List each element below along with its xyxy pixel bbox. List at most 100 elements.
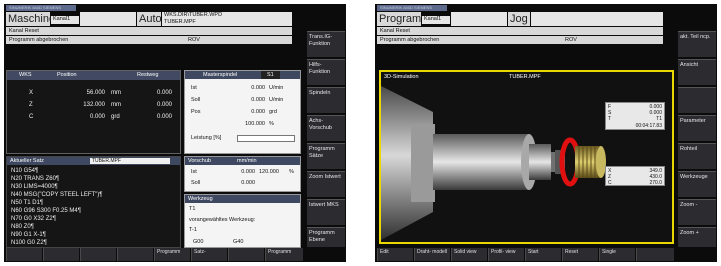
channel-label: Kanal1 <box>422 16 450 24</box>
mode-label: Programm <box>377 12 431 26</box>
softkey-bottom-2[interactable] <box>43 248 79 261</box>
feed-override: 120.000 <box>259 169 279 175</box>
feed-value-soll: 0.000 <box>241 180 255 186</box>
spindle-override-value: 100.000 <box>245 121 265 127</box>
feed-time-readout: F 0.000 S 0.000 T T1 00:04:17.83 <box>605 102 665 130</box>
softkey-blank-part[interactable]: Rohteil <box>678 143 716 169</box>
wcs-header-rest: Restweg <box>137 72 159 78</box>
program-line: N100 G0 Z2¶ <box>11 240 47 246</box>
mode-label: Maschine <box>6 12 56 26</box>
tool-panel: Werkzeug T1 vorangewähltes Werkzeug: T-1… <box>184 194 301 248</box>
softkey-wireframe[interactable]: Draht- modell <box>414 248 450 261</box>
axis-rest: 0.000 <box>156 90 172 96</box>
axis-position: 0.000 <box>89 114 105 120</box>
program-status-text: Programm abgebrochen <box>380 37 440 43</box>
simulation-viewport[interactable]: 3D-Simulation TUBER.MPF F 0.000 S 0.000 … <box>379 70 674 244</box>
rov-indicator: ROV <box>188 37 200 43</box>
softkey-aux-function[interactable]: Hilfs- Funktion <box>307 59 345 85</box>
spindle-title: Masterspindel <box>203 72 238 78</box>
spindle-unit-soll: U/min <box>269 97 284 103</box>
op-mode-label: Jog <box>508 12 530 26</box>
readout-value: 270.0 <box>649 180 662 186</box>
softkey-actual-mcs[interactable]: Istwert MKS <box>307 199 345 225</box>
chuck-shape <box>381 86 435 240</box>
workpiece-shape <box>433 134 565 190</box>
softkey-spindles[interactable]: Spindeln <box>307 87 345 113</box>
softkey-solid-view[interactable]: Solid view <box>451 248 487 261</box>
softkey-profile-view[interactable]: Profil- view <box>488 248 524 261</box>
spindle-label-ist: Ist <box>191 85 197 91</box>
softkey-parameter[interactable]: Parameter <box>678 115 716 141</box>
softkey-bottom-3[interactable] <box>80 248 116 261</box>
wcs-header-position: Position <box>57 72 77 78</box>
softkey-bottom-8[interactable] <box>636 248 674 261</box>
softkey-program-level[interactable]: Programm Ebene <box>307 227 345 247</box>
softkey-bottom-program[interactable]: Programm <box>154 248 190 261</box>
softkey-empty[interactable] <box>678 87 716 113</box>
program-info-empty <box>531 12 663 26</box>
softkey-reset[interactable]: Reset <box>562 248 598 261</box>
power-bar <box>237 135 295 142</box>
readout-label: C <box>608 180 612 186</box>
wcs-header: WKS Position Restweg <box>7 71 180 80</box>
softkey-tools[interactable]: Werkzeuge <box>678 171 716 197</box>
spindle-value-ist: 0.000 <box>251 85 265 91</box>
softkey-view[interactable]: Ansicht <box>678 59 716 85</box>
axis-unit: grd <box>111 114 120 120</box>
spindle-label-pos: Pos <box>191 109 201 115</box>
program-name: TUBER.MPF <box>162 19 292 26</box>
program-status: Programm abgebrochen ROV <box>377 36 663 44</box>
g-code-radius: G40 <box>233 239 244 245</box>
softkey-bottom-block[interactable]: Satz- <box>191 248 227 261</box>
tool-title: Werkzeug <box>188 196 213 202</box>
softkey-current-part[interactable]: akt. Teil ncp. <box>678 31 716 57</box>
axis-unit: mm <box>111 90 121 96</box>
axis-rest: 0.000 <box>156 102 172 108</box>
softkey-start[interactable]: Start <box>525 248 561 261</box>
program-line: N30 LIMS=4000¶ <box>11 184 58 190</box>
softkey-bottom-7[interactable] <box>228 248 264 261</box>
readout-value: T1 <box>656 116 662 122</box>
spindle-label-soll: Soll <box>191 97 201 103</box>
block-header: Aktueller Satz TUBER.MPF <box>7 157 180 165</box>
axis-position: 132.000 <box>83 102 105 108</box>
current-block-panel: Aktueller Satz TUBER.MPF N10 G54¶ N20 TR… <box>6 156 181 248</box>
softkey-axis-feed[interactable]: Achs- Vorschub <box>307 115 345 141</box>
softkey-zoom-actual[interactable]: Zoom Istwert <box>307 171 345 197</box>
simulation-screen: SINUMERIK 840D SIEMENS Programm Kanal1 J… <box>375 4 717 262</box>
softkey-transfer-function[interactable]: Trans.IG- Funktion <box>307 31 345 57</box>
channel-label: Kanal1 <box>51 16 79 24</box>
softkey-edit[interactable]: Edit <box>377 248 413 261</box>
spindle-unit-pos: grd <box>269 109 277 115</box>
power-label: Leistung [%] <box>191 135 222 141</box>
softkey-bottom-1[interactable] <box>6 248 42 261</box>
axis-name: C <box>29 114 34 120</box>
spindle-override-unit: % <box>269 121 274 127</box>
softkey-bottom-program-2[interactable]: Programm <box>265 248 303 261</box>
program-line: N10 G54¶ <box>11 168 39 174</box>
feed-override-unit: % <box>289 169 294 175</box>
softkey-bottom-4[interactable] <box>117 248 153 261</box>
axis-name: X <box>29 90 34 96</box>
softkey-zoom-plus[interactable]: Zoom + <box>678 227 716 247</box>
axis-readout: X 349.0 Z 430.0 C 270.0 <box>605 166 665 186</box>
machine-screen: SINUMERIK 840D SIEMENS Maschine Kanal1 A… <box>4 4 346 262</box>
softkey-zoom-minus[interactable]: Zoom - <box>678 199 716 225</box>
axis-name: Z <box>29 102 33 108</box>
program-status-text: Programm abgebrochen <box>9 37 69 43</box>
softkey-single[interactable]: Single <box>599 248 635 261</box>
feed-title: Vorschub <box>188 158 211 164</box>
block-title: Aktueller Satz <box>10 158 44 164</box>
spindle-value-pos: 0.000 <box>251 109 265 115</box>
program-line: N90 G1 X-1¶ <box>11 232 46 238</box>
softkey-program-blocks[interactable]: Programm Sätze <box>307 143 345 169</box>
channel-status: Kanal Reset <box>377 27 663 35</box>
title-bar: SINUMERIK 840D SIEMENS <box>377 5 447 11</box>
spindle-index: S1 <box>261 71 280 79</box>
title-bar: SINUMERIK 840D SIEMENS <box>6 5 76 11</box>
op-mode-label: Auto <box>137 12 162 26</box>
feed-label-soll: Soll <box>191 180 201 186</box>
program-line: N20 TRANS Z60¶ <box>11 176 60 182</box>
program-line: N60 G96 S300 F0.25 M4¶ <box>11 208 81 214</box>
lathe-model <box>381 86 606 240</box>
